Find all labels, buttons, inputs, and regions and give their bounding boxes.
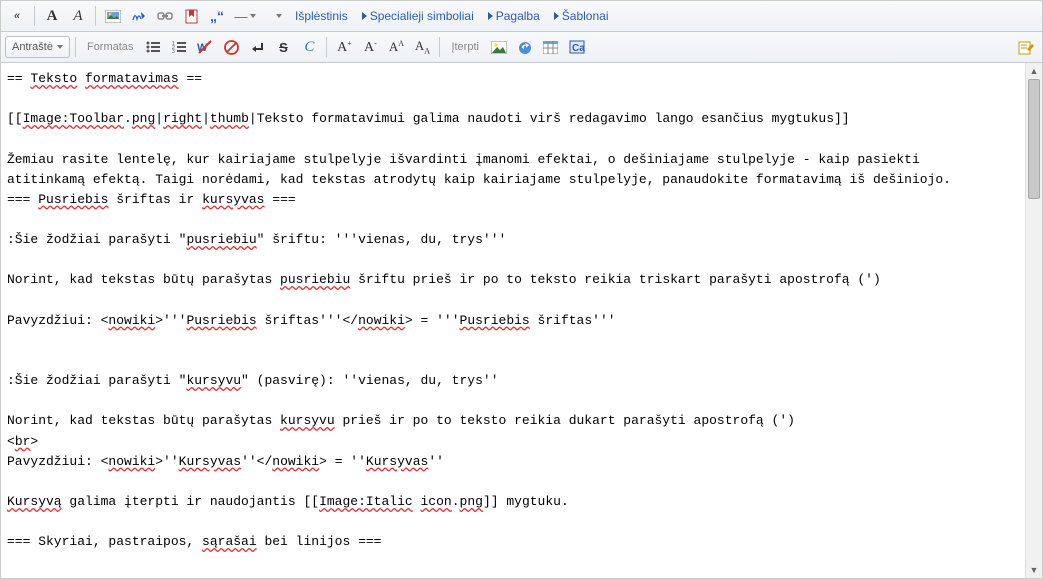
scroll-up-button[interactable]: ▲ [1026,63,1042,79]
caret-down-icon [276,14,282,18]
edit-source-button[interactable] [1014,36,1038,58]
category-icon: Cat [569,40,585,54]
picture-icon [491,41,507,54]
nowiki-button[interactable]: W [193,36,217,58]
superscript-icon: AA [389,39,404,55]
nowiki-icon: W [197,40,213,54]
subscript-icon: AA [415,38,430,55]
font-decrease-button[interactable]: A- [358,36,382,58]
menu-label: Išplėstinis [295,9,348,23]
subscript-button[interactable]: AA [410,36,434,58]
color-icon: C [304,39,314,56]
newline-button[interactable] [245,36,269,58]
bullet-list-icon [146,41,160,53]
format-label-group: Formatas [81,36,139,58]
link-icon [157,11,173,21]
svg-text:Cat: Cat [572,43,585,54]
prohibit-icon [224,40,239,55]
scroll-thumb[interactable] [1028,79,1040,199]
reference-icon [185,9,198,24]
italic-label: A [73,8,82,25]
separator [34,6,35,26]
heading-dropdown[interactable]: Antraštė [5,36,70,58]
color-button[interactable]: C [297,36,321,58]
triangle-right-icon [554,12,559,20]
insert-label: Įterpti [451,41,479,53]
menu-specialieji[interactable]: Specialieji simboliai [356,5,480,27]
italic-button[interactable]: A [66,5,90,27]
bold-button[interactable]: A [40,5,64,27]
toolbar-row-2: Antraštė Formatas 123 W S C A+ A- AA AA … [1,32,1042,63]
collapse-toolbar-button[interactable]: « [5,5,29,27]
signature-icon [131,9,147,23]
separator [439,37,440,57]
numbered-list-icon: 123 [172,41,186,53]
heading-label: Antraštė [12,41,53,53]
redirect-icon [517,40,533,54]
separator [326,37,327,57]
triangle-right-icon [362,12,367,20]
insert-image-button[interactable] [101,5,125,27]
scroll-down-button[interactable]: ▼ [1026,562,1042,578]
link-button[interactable] [153,5,177,27]
numbered-list-button[interactable]: 123 [167,36,191,58]
separator [95,6,96,26]
triangle-right-icon [488,12,493,20]
insert-label-group: Įterpti [445,36,485,58]
font-increase-button[interactable]: A+ [332,36,356,58]
strikethrough-button[interactable]: S [271,36,295,58]
format-label: Formatas [87,41,133,53]
source-editor[interactable]: == Teksto formatavimas == [[Image:Toolba… [1,63,1025,578]
quote-icon: „“ [210,8,224,24]
no-link-button[interactable] [219,36,243,58]
menu-sablonai[interactable]: Šablonai [548,5,615,27]
insert-category-button[interactable]: Cat [565,36,589,58]
font-increase-icon: A+ [337,39,352,56]
expand-menu-button[interactable] [271,5,287,27]
svg-text:3: 3 [172,49,175,53]
image-icon [105,10,121,23]
editor-area: == Teksto formatavimas == [[Image:Toolba… [1,63,1042,578]
superscript-button[interactable]: AA [384,36,408,58]
separator [75,37,76,57]
collapse-label: « [14,10,20,22]
menu-label: Pagalba [496,9,540,23]
insert-table-button[interactable] [539,36,563,58]
font-decrease-icon: A- [364,39,377,56]
menu-isplestinis[interactable]: Išplėstinis [289,5,354,27]
strikethrough-icon: S [279,40,288,55]
more-tools-dropdown[interactable]: — [231,5,259,27]
insert-picture-button[interactable] [487,36,511,58]
edit-icon [1018,40,1034,55]
dash-icon: — [235,9,248,24]
toolbar-row-1: « A A „“ — Išplėstinis Specialieji simbo… [1,1,1042,32]
caret-down-icon [57,45,63,49]
vertical-scrollbar[interactable]: ▲ ▼ [1025,63,1042,578]
bullet-list-button[interactable] [141,36,165,58]
menu-label: Šablonai [562,9,609,23]
newline-icon [250,41,265,54]
menu-pagalba[interactable]: Pagalba [482,5,546,27]
caret-down-icon [250,14,256,18]
signature-button[interactable] [127,5,151,27]
menu-label: Specialieji simboliai [370,9,474,23]
insert-redirect-button[interactable] [513,36,537,58]
table-icon [543,41,558,54]
bold-label: A [47,8,58,25]
quote-button[interactable]: „“ [205,5,229,27]
reference-button[interactable] [179,5,203,27]
